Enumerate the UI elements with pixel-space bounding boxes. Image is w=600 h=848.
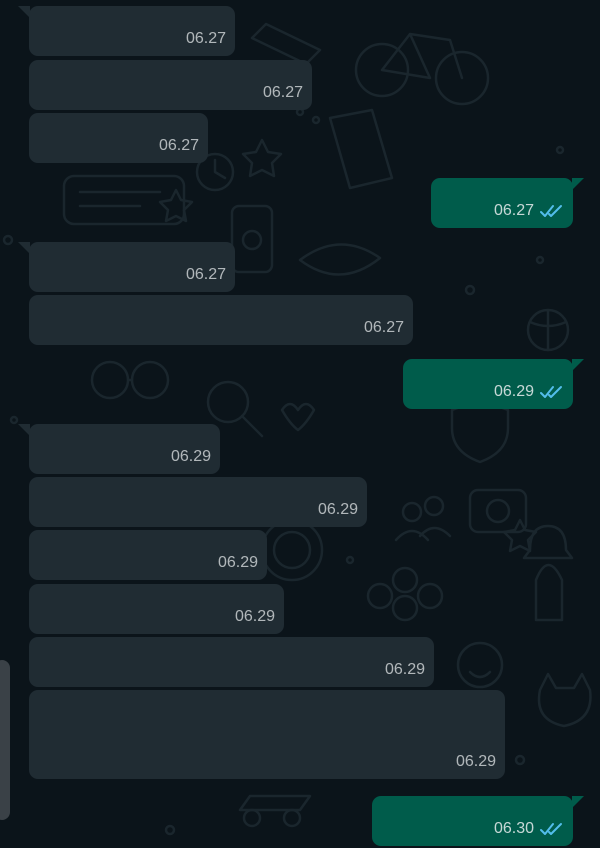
double-check-icon xyxy=(540,205,562,217)
message-meta: 06.29 xyxy=(494,383,564,401)
incoming-message[interactable]: 06.29 xyxy=(29,584,284,634)
bubble-tail xyxy=(572,359,584,371)
incoming-message[interactable]: 06.27 xyxy=(29,113,208,163)
message-meta: 06.29 xyxy=(235,608,275,626)
incoming-message[interactable]: 06.29 xyxy=(29,530,267,580)
incoming-message[interactable]: 06.29 xyxy=(29,637,434,687)
message-meta: 06.29 xyxy=(318,501,358,519)
message-meta: 06.27 xyxy=(159,137,199,155)
message-meta: 06.29 xyxy=(171,448,211,466)
message-meta: 06.29 xyxy=(218,554,258,572)
message-meta: 06.27 xyxy=(186,30,226,48)
double-check-icon xyxy=(540,386,562,398)
message-time: 06.27 xyxy=(493,202,534,219)
message-time: 06.27 xyxy=(363,319,404,336)
incoming-message[interactable]: 06.29 xyxy=(29,424,220,474)
message-meta: 06.27 xyxy=(263,84,303,102)
message-meta: 06.29 xyxy=(456,753,496,771)
message-time: 06.29 xyxy=(317,501,358,518)
incoming-message[interactable]: 06.27 xyxy=(29,60,312,110)
message-time: 06.27 xyxy=(158,137,199,154)
message-meta: 06.27 xyxy=(494,202,564,220)
incoming-message[interactable]: 06.27 xyxy=(29,295,413,345)
incoming-message[interactable]: 06.27 xyxy=(29,242,235,292)
double-check-icon xyxy=(540,823,562,835)
bubble-tail xyxy=(572,796,584,808)
incoming-message[interactable]: 06.27 xyxy=(29,6,235,56)
message-meta: 06.27 xyxy=(186,266,226,284)
outgoing-message[interactable]: 06.29 xyxy=(403,359,573,409)
message-time: 06.27 xyxy=(185,266,226,283)
edge-panel-handle[interactable] xyxy=(0,660,10,820)
outgoing-message[interactable]: 06.27 xyxy=(431,178,573,228)
message-meta: 06.30 xyxy=(494,820,564,838)
message-time: 06.29 xyxy=(384,661,425,678)
bubble-tail xyxy=(572,178,584,190)
message-time: 06.30 xyxy=(493,820,534,837)
message-time: 06.27 xyxy=(262,84,303,101)
message-meta: 06.27 xyxy=(364,319,404,337)
message-list[interactable]: 06.27 06.27 06.27 06.27 06.27 06.27 06.2… xyxy=(0,0,600,848)
message-time: 06.29 xyxy=(493,383,534,400)
message-time: 06.29 xyxy=(455,753,496,770)
outgoing-message[interactable]: 06.30 xyxy=(372,796,573,846)
message-time: 06.27 xyxy=(185,30,226,47)
incoming-message[interactable]: 06.29 xyxy=(29,690,505,779)
message-meta: 06.29 xyxy=(385,661,425,679)
message-time: 06.29 xyxy=(234,608,275,625)
message-time: 06.29 xyxy=(170,448,211,465)
incoming-message[interactable]: 06.29 xyxy=(29,477,367,527)
message-time: 06.29 xyxy=(217,554,258,571)
